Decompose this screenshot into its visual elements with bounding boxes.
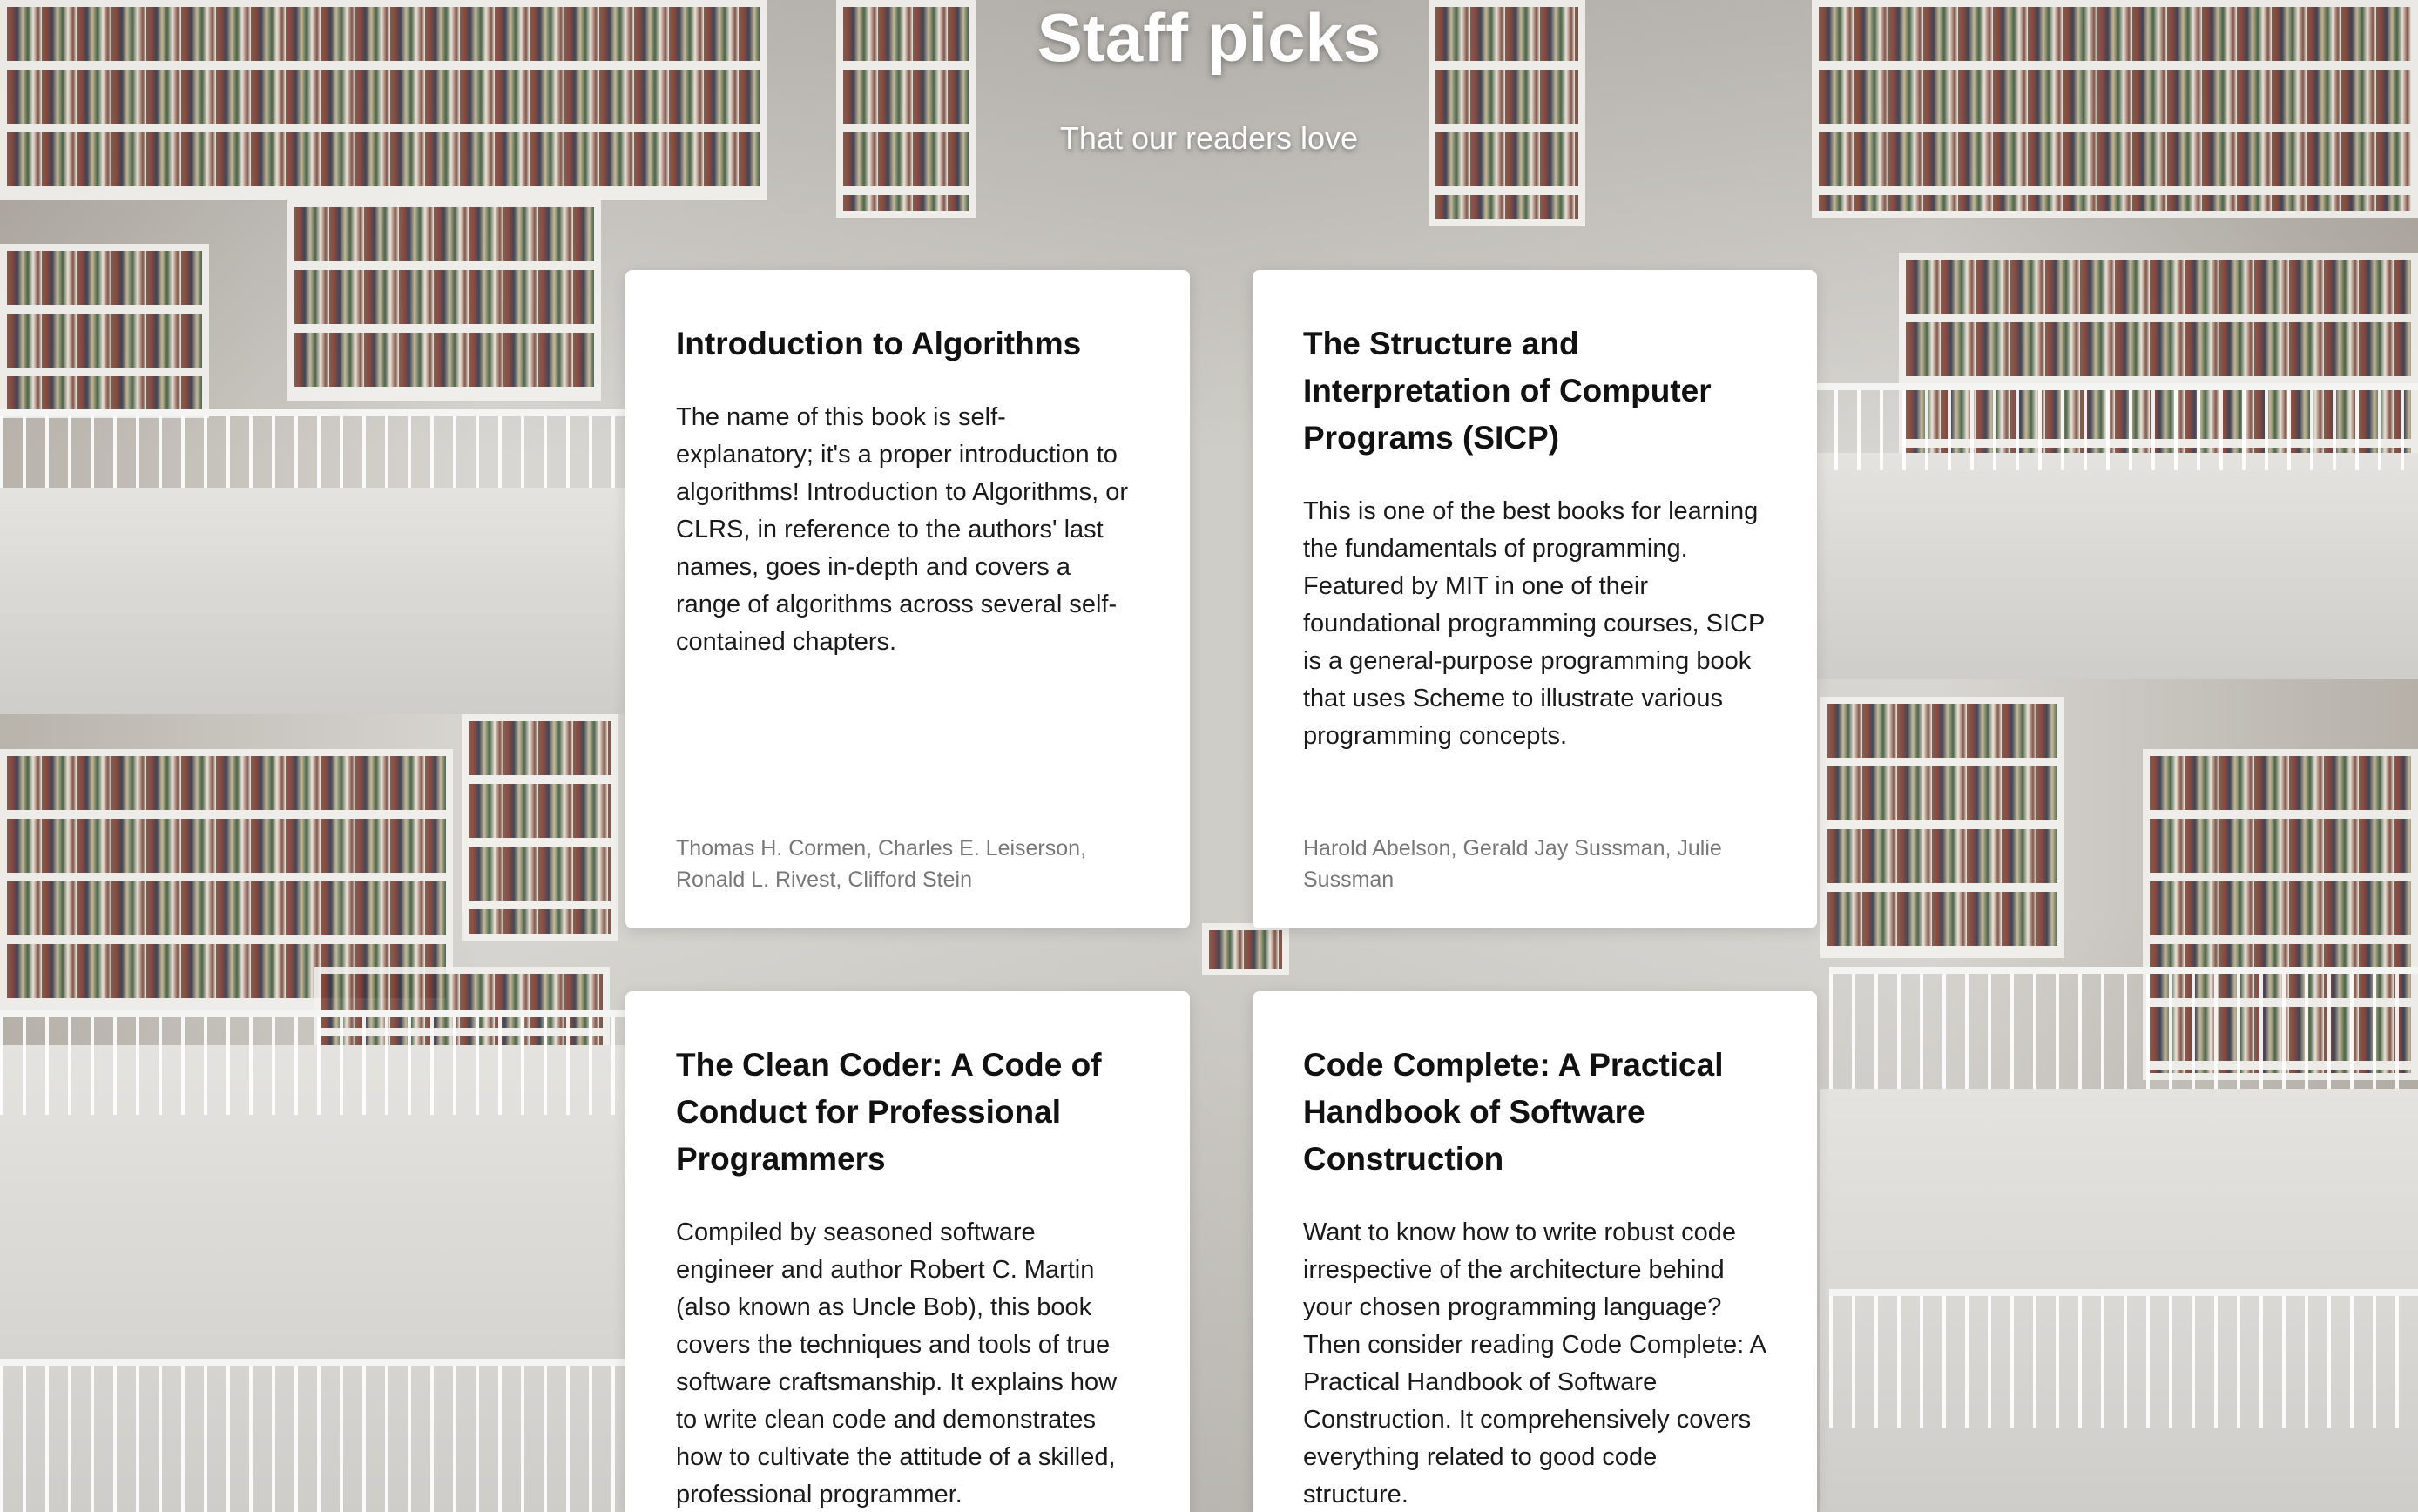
book-card[interactable]: The Clean Coder: A Code of Conduct for P… [625, 991, 1190, 1512]
page-subtitle: That our readers love [1059, 120, 1359, 156]
book-title: Code Complete: A Practical Handbook of S… [1303, 1047, 1724, 1177]
book-title: The Structure and Interpretation of Comp… [1303, 326, 1712, 456]
library-background-image [0, 0, 2418, 1512]
book-card[interactable]: Introduction to Algorithms The name of t… [625, 270, 1190, 928]
book-title: The Clean Coder: A Code of Conduct for P… [676, 1047, 1102, 1177]
book-description: The name of this book is self-explanator… [676, 403, 1129, 656]
book-authors: Thomas H. Cormen, Charles E. Leiserson, … [676, 836, 1087, 892]
book-card[interactable]: Code Complete: A Practical Handbook of S… [1253, 991, 1817, 1512]
book-card[interactable]: The Structure and Interpretation of Comp… [1253, 270, 1817, 928]
page-title: Staff picks [1037, 0, 1381, 76]
book-description: Compiled by seasoned software engineer a… [676, 1218, 1118, 1509]
book-description: This is one of the best books for learni… [1303, 497, 1765, 750]
book-description: Want to know how to write robust code ir… [1303, 1218, 1766, 1509]
book-authors: Harold Abelson, Gerald Jay Sussman, Juli… [1303, 836, 1722, 892]
book-title: Introduction to Algorithms [676, 326, 1082, 361]
